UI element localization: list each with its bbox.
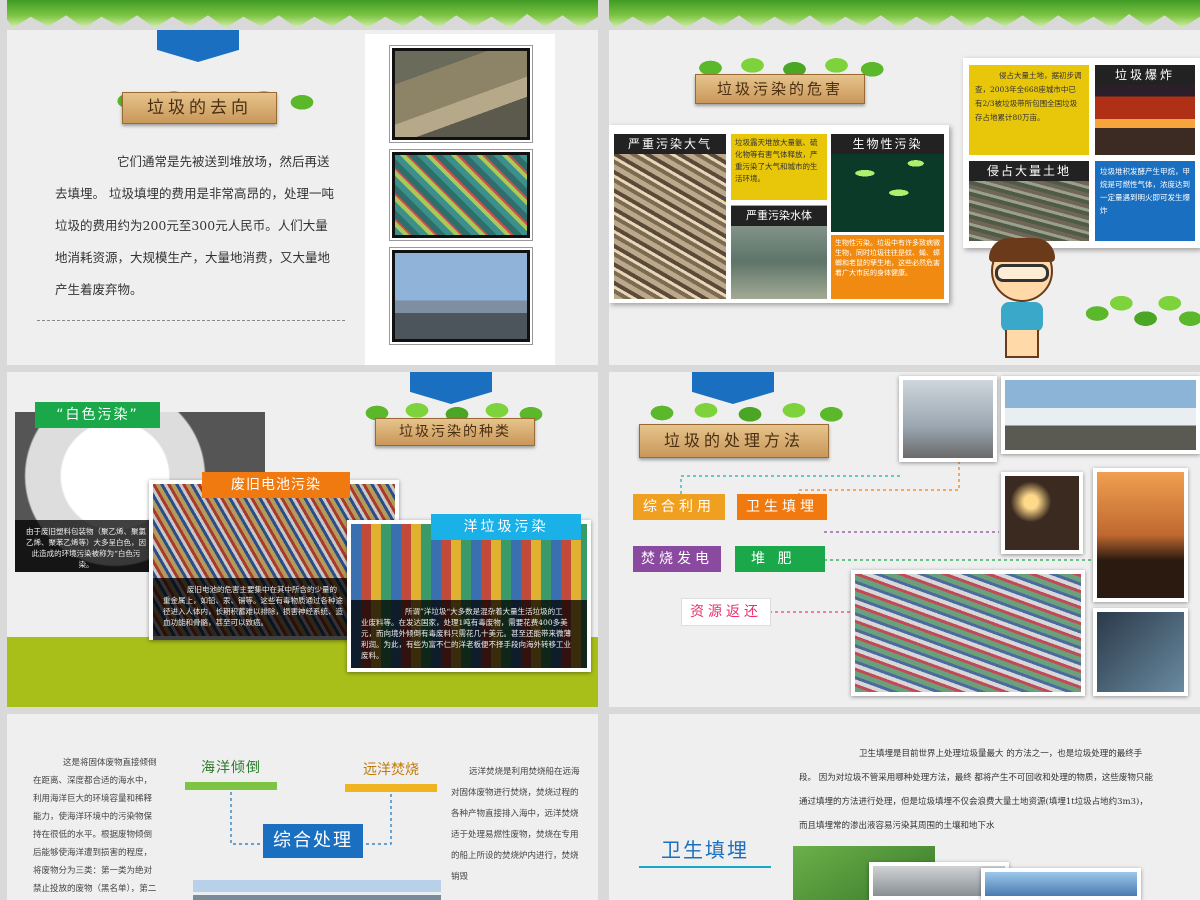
bio-pollution-label: 生物性污染 — [831, 134, 944, 154]
explosion-text: 垃圾堆积发酵产生甲烷，甲烷是可燃性气体，浓度达到一定量遇到明火即可发生爆炸 — [1095, 161, 1195, 241]
slide-treatment-methods[interactable]: 垃圾的处理方法 综合利用 卫生填埋 焚烧发电 堆 肥 资源返还 — [609, 372, 1200, 707]
slide-pollution-harm[interactable]: 垃圾污染的危害 严重污染大气 垃圾露天堆放大量氨、硫化物等有害气体释放，严重污染… — [609, 30, 1200, 365]
white-pollution-label: “白色污染” — [35, 402, 160, 428]
land-label: 侵占大量土地 — [969, 161, 1089, 181]
method-incineration[interactable]: 焚烧发电 — [633, 546, 721, 572]
ship-photo — [193, 880, 441, 900]
white-pollution-text: 由于废旧塑料包装物（聚乙烯、聚氯乙烯、聚苯乙烯等）大多呈白色，因此造成的环境污染… — [15, 520, 157, 572]
slide-garbage-destination[interactable]: 垃圾的去向 它们通常是先被送到堆放场，然后再送去填埋。 垃圾填埋的费用是非常高昂… — [7, 30, 598, 365]
top-grass-left — [7, 0, 598, 28]
landfill-paragraph: 卫生填埋是目前世界上处理垃圾量最大 的方法之一，也是垃圾处理的最终手段。 因为对… — [799, 749, 1153, 831]
landfill-photo-2 — [392, 152, 530, 238]
boy-hair — [989, 238, 1055, 262]
landfill-photo-blue — [981, 868, 1141, 900]
method-compost[interactable]: 堆 肥 — [735, 546, 825, 572]
battery-pollution-text: 废旧电池的危害主要集中在其中所含的少量的重金属上，如铅、汞、镉等。这些有毒物质通… — [153, 578, 353, 640]
water-pollution-label: 严重污染水体 — [731, 206, 827, 226]
slide-pollution-types[interactable]: 垃圾污染的种类 “白色污染” 由于废旧塑料包装物（聚乙烯、聚氯乙烯、聚苯乙烯等）… — [7, 372, 598, 707]
air-pollution-text: 垃圾露天堆放大量氨、硫化物等有害气体释放，严重污染了大气和城市的生活环境。 — [731, 134, 827, 200]
landfill-title: 卫生填埋 — [661, 838, 749, 862]
method-resource-return[interactable]: 资源返还 — [681, 598, 771, 626]
slide-sanitary-landfill[interactable]: 卫生填埋是目前世界上处理垃圾量最大 的方法之一，也是垃圾处理的最终手段。 因为对… — [609, 714, 1200, 900]
glasses-icon — [995, 264, 1049, 282]
blue-ribbon-tab — [157, 30, 239, 62]
title-underline — [639, 866, 771, 868]
city-skyline-photo — [1093, 468, 1188, 602]
boy-legs — [1005, 330, 1039, 358]
leaf-cluster — [1079, 262, 1200, 365]
method-landfill[interactable]: 卫生填埋 — [737, 494, 827, 520]
bio-pollution-text: 生物性污染。垃圾中有许多致病微生物，同时垃圾往往是蚊、蝇、蟑螂和老鼠的孳生地，这… — [831, 235, 944, 299]
method-comprehensive[interactable]: 综合利用 — [633, 494, 725, 520]
landfill-photo-3 — [392, 250, 530, 342]
landfill-photo-1 — [392, 48, 530, 140]
top-grass-right — [609, 0, 1200, 28]
truck-photo — [1001, 376, 1200, 454]
ocean-burning-text: 远洋焚烧是利用焚烧船在远海对固体废物进行焚烧，焚烧过程的各种产物直接排入海中，远… — [451, 767, 580, 882]
businessman-photo — [1093, 608, 1188, 696]
slide-title: 垃圾污染的种类 — [375, 418, 535, 446]
slide-title: 垃圾污染的危害 — [695, 74, 865, 104]
slide-title: 垃圾的去向 — [122, 92, 277, 124]
cartoon-boy — [979, 238, 1069, 365]
boy-shirt — [1001, 302, 1043, 332]
foreign-garbage-label: 洋垃圾污染 — [431, 514, 581, 540]
slide-combined-treatment[interactable]: 这是将固体废物直接倾倒在距离、深度都合适的海水中，利用海洋巨大的环境容量和稀释能… — [7, 714, 598, 900]
dashed-divider — [37, 320, 345, 321]
destination-paragraph: 它们通常是先被送到堆放场，然后再送去填埋。 垃圾填埋的费用是非常高昂的，处理一吨… — [55, 154, 334, 297]
sparkler-photo — [1001, 472, 1083, 554]
combined-treatment-label: 综合处理 — [263, 824, 363, 858]
plastic-bottles-photo — [851, 570, 1085, 696]
factory-photo — [899, 376, 997, 462]
foreign-text-line1: 所谓”洋垃圾“大多数是混杂着大量生活垃圾的工 — [405, 607, 563, 616]
explosion-label: 垃圾爆炸 — [1095, 65, 1195, 85]
air-pollution-label: 严重污染大气 — [614, 134, 726, 154]
garbage-pile-photo — [614, 134, 726, 299]
foreign-garbage-text: 所谓”洋垃圾“大多数是混杂着大量生活垃圾的工 业废料等。在发达国家，处理1吨有毒… — [351, 600, 587, 668]
foreign-text-line2: 业废料等。在发达国家，处理1吨有毒废物，需要花费400多美元，而向境外倾倒有毒废… — [361, 618, 571, 660]
land-text: 侵占大量土地，据初步调查，2003年全668座城市中已有2/3被垃圾带所包围全国… — [969, 65, 1089, 155]
battery-pollution-label: 废旧电池污染 — [202, 472, 350, 498]
